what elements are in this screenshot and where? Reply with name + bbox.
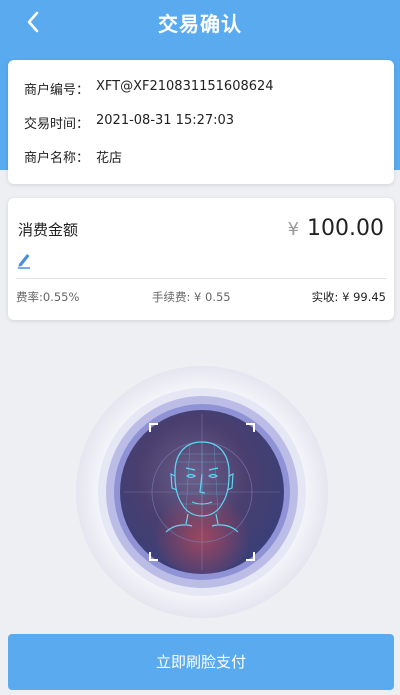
received-amount: 实收: ¥ 99.45: [311, 290, 386, 304]
currency-symbol: ¥: [287, 219, 300, 240]
amount-display: ¥ 100.00: [288, 216, 384, 241]
amount-value: 100.00: [307, 216, 384, 241]
transaction-time-row: 交易时间： 2021-08-31 15:27:03: [24, 113, 234, 132]
merchant-name-value: 花店: [96, 151, 123, 166]
face-scan-illustration: [74, 364, 330, 620]
fee-rate: 费率:0.55%: [16, 290, 80, 304]
divider: [16, 278, 386, 279]
edit-amount-button[interactable]: [16, 251, 32, 269]
page-title: 交易确认: [158, 12, 242, 36]
navigation-bar: 交易确认: [0, 0, 400, 42]
face-recognition-icon: [76, 366, 328, 618]
transaction-time-value: 2021-08-31 15:27:03: [96, 113, 235, 128]
merchant-id-row: 商户编号： XFT@XF210831151608624: [24, 79, 274, 98]
service-fee: 手续费: ¥ 0.55: [152, 290, 231, 304]
merchant-name-row: 商户名称： 花店: [24, 147, 122, 166]
amount-label: 消费金额: [18, 221, 79, 239]
merchant-name-label: 商户名称：: [24, 151, 90, 166]
payment-amount-card: 消费金额 ¥ 100.00 费率:0.55% 手续费: ¥ 0.55 实收: ¥…: [8, 198, 394, 320]
transaction-time-label: 交易时间：: [24, 117, 90, 132]
pencil-icon: [18, 254, 30, 269]
merchant-id-value: XFT@XF210831151608624: [96, 79, 274, 94]
merchant-info-card: 商户编号： XFT@XF210831151608624 交易时间： 2021-0…: [8, 60, 394, 184]
merchant-id-label: 商户编号：: [24, 83, 90, 98]
face-pay-button[interactable]: 立即刷脸支付: [8, 634, 394, 690]
